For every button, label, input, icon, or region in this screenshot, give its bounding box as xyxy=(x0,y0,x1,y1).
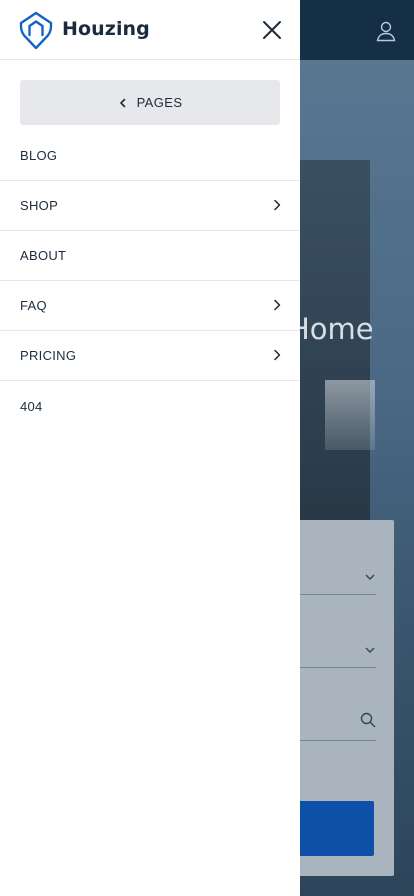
back-to-pages-label: PAGES xyxy=(136,95,183,110)
menu-item-shop[interactable]: SHOP xyxy=(0,181,300,231)
drawer-header: Houzing xyxy=(0,0,300,60)
chevron-right-icon xyxy=(274,199,281,211)
menu-item-404[interactable]: 404 xyxy=(0,381,300,431)
menu-item-blog[interactable]: BLOG xyxy=(0,131,300,181)
menu-item-pricing[interactable]: PRICING xyxy=(0,331,300,381)
brand-name: Houzing xyxy=(62,18,150,40)
chevron-right-icon xyxy=(274,299,281,311)
chevron-right-icon xyxy=(274,349,281,361)
menu-item-label: ABOUT xyxy=(20,248,67,263)
menu-item-label: BLOG xyxy=(20,148,58,163)
drawer-menu: BLOG SHOP ABOUT FAQ PRICING 404 xyxy=(0,131,300,431)
menu-item-label: PRICING xyxy=(20,348,77,363)
brand-logo[interactable]: Houzing xyxy=(19,10,150,50)
menu-item-label: 404 xyxy=(20,398,43,414)
menu-item-label: FAQ xyxy=(20,298,47,313)
close-icon[interactable] xyxy=(261,19,283,41)
menu-item-label: SHOP xyxy=(20,198,59,213)
chevron-left-icon xyxy=(119,98,125,107)
menu-item-faq[interactable]: FAQ xyxy=(0,281,300,331)
house-pin-logo-icon xyxy=(19,11,53,50)
back-to-pages-button[interactable]: PAGES xyxy=(20,80,280,125)
menu-item-about[interactable]: ABOUT xyxy=(0,231,300,281)
mobile-nav-drawer: Houzing PAGES BLOG SHOP ABOUT FAQ PRICIN… xyxy=(0,0,300,896)
